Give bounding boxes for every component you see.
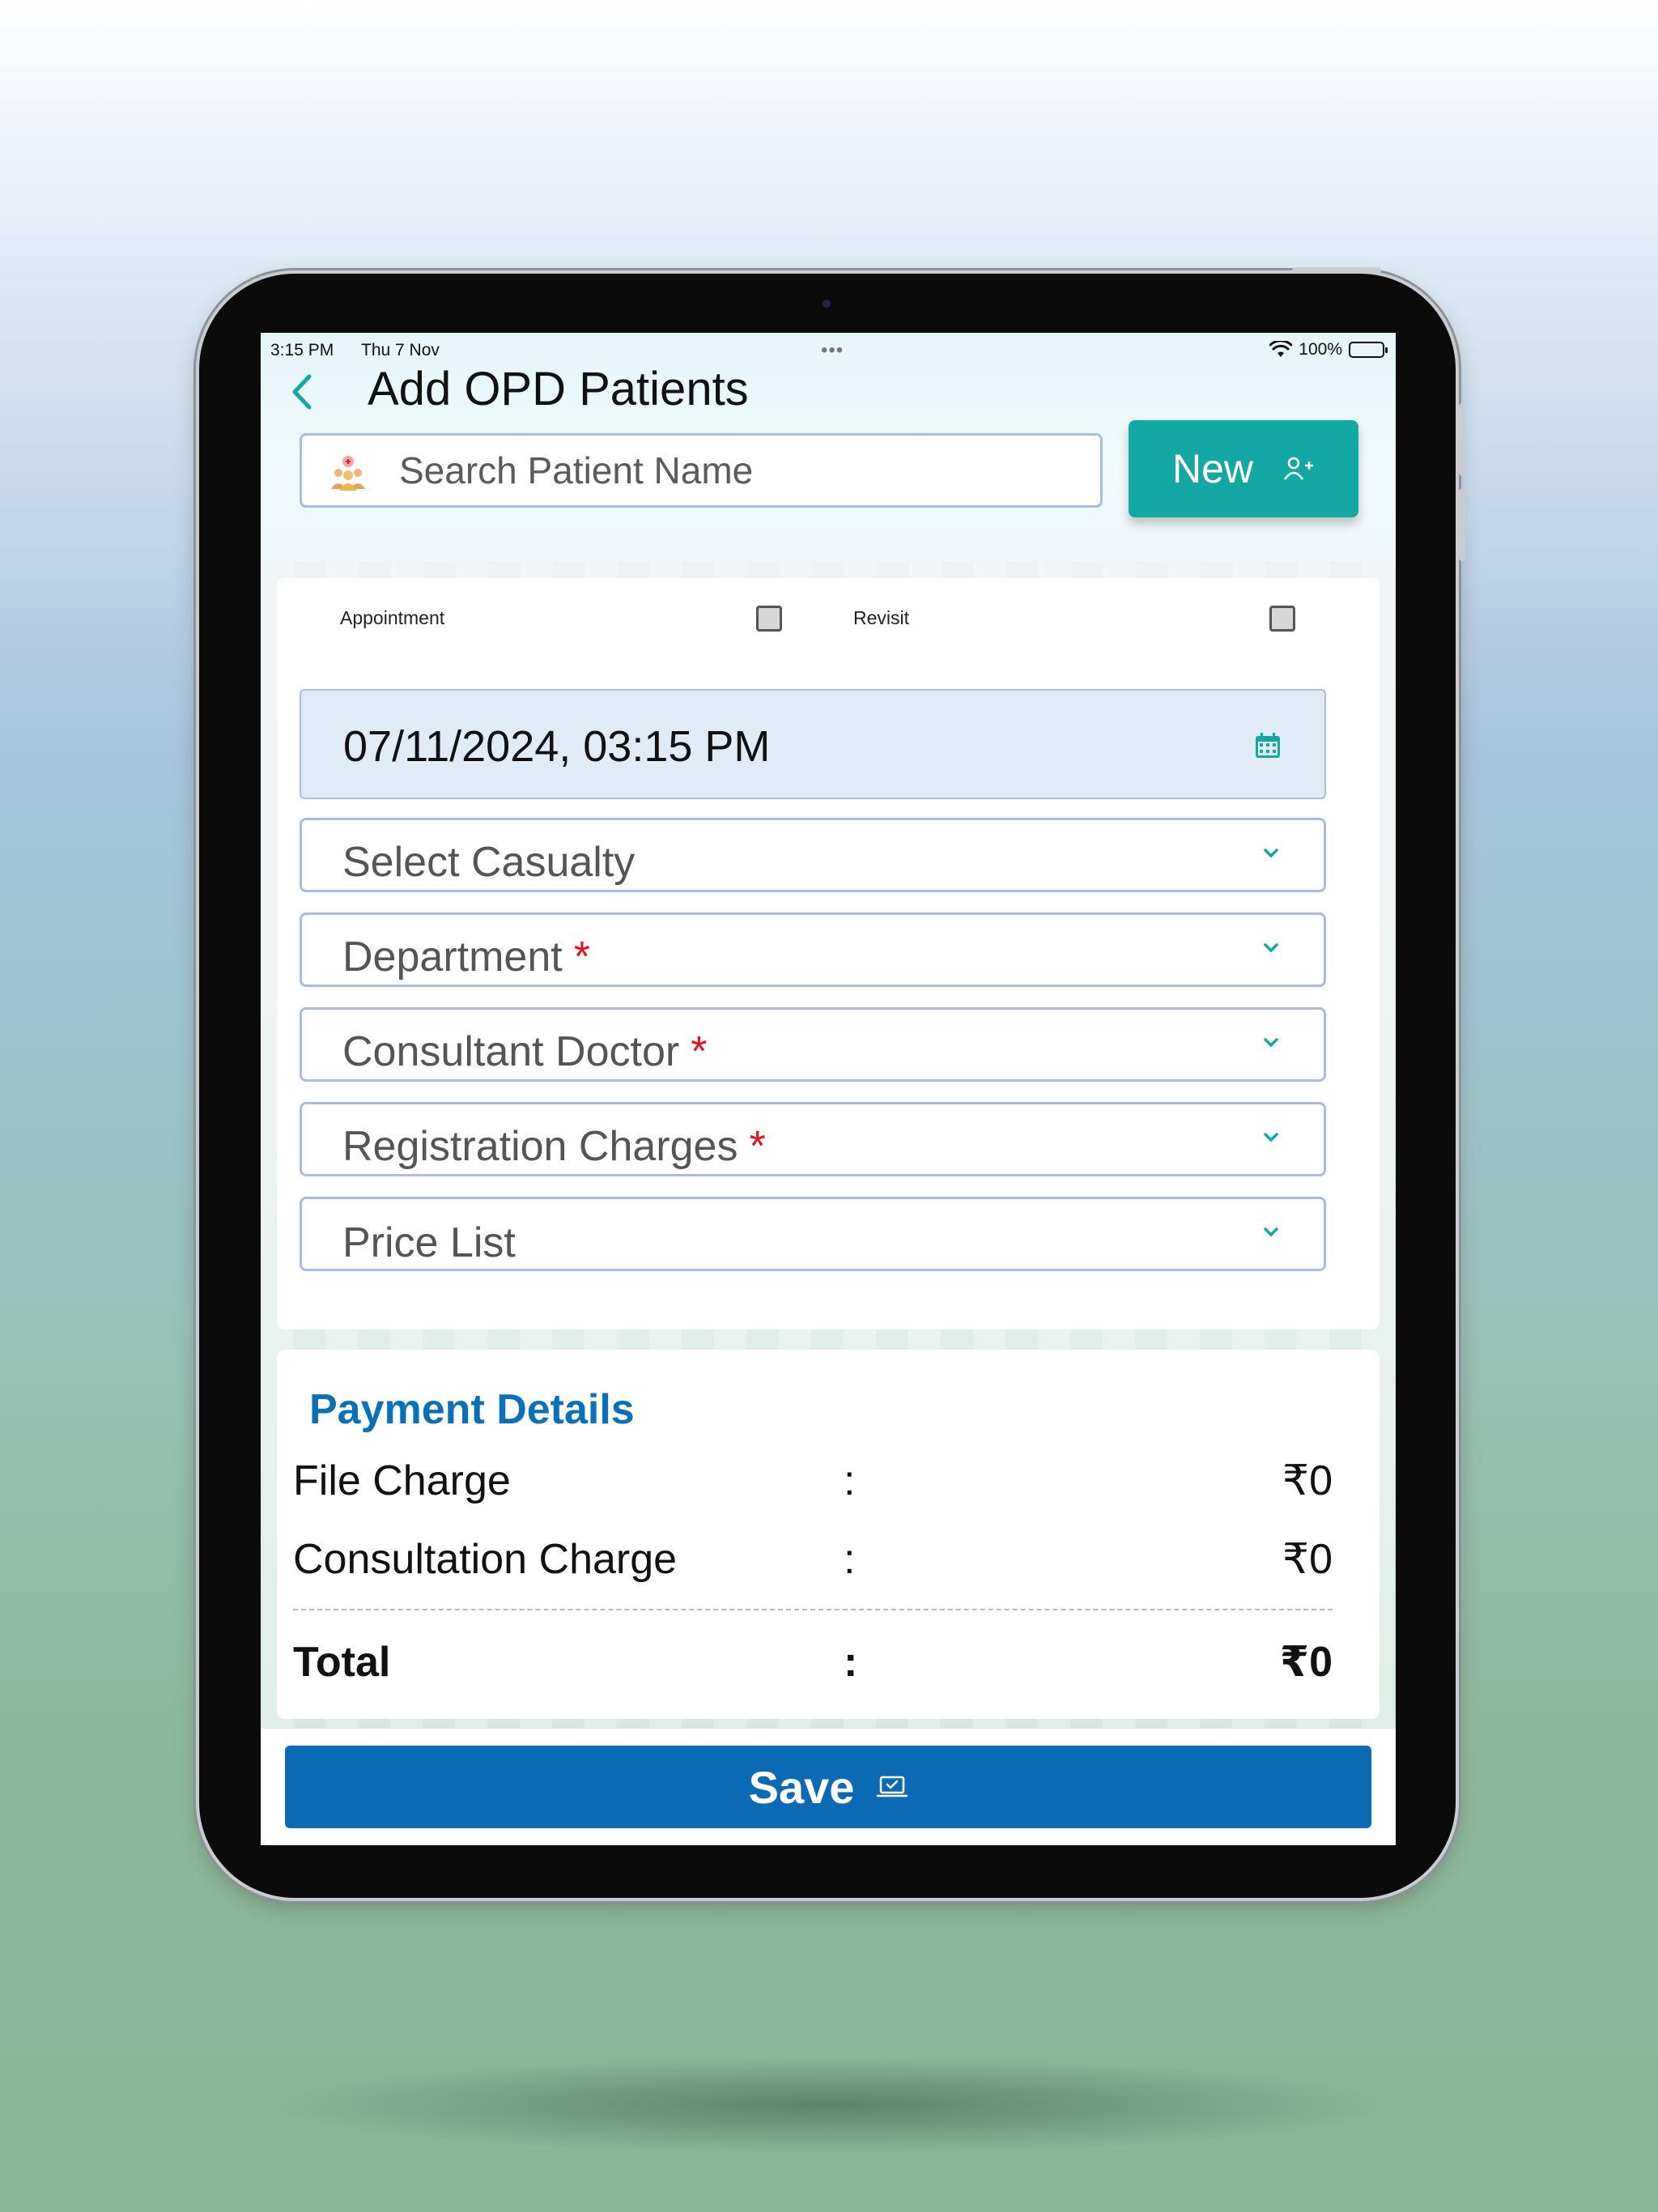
status-time: 3:15 PM	[270, 341, 334, 359]
required-mark: *	[691, 1028, 708, 1075]
app-header: 3:15 PM Thu 7 Nov ••• 100% Add OPD Patie…	[261, 333, 1396, 561]
file-charge-row: File Charge : ₹0	[293, 1457, 1333, 1513]
save-button-label: Save	[748, 1761, 855, 1813]
total-row: Total : ₹0	[293, 1638, 1333, 1695]
consultant-doctor-select-label: Consultant Doctor *	[342, 1028, 708, 1075]
total-divider	[293, 1609, 1333, 1610]
wifi-icon	[1269, 341, 1293, 357]
separator: :	[844, 1639, 858, 1686]
chevron-down-icon	[1264, 1133, 1278, 1142]
volume-down-button	[1459, 488, 1465, 561]
price-list-select[interactable]: Price List	[300, 1197, 1326, 1271]
revisit-checkbox[interactable]	[1269, 606, 1295, 632]
required-mark: *	[573, 934, 590, 981]
consultation-charge-value: ₹0	[1282, 1536, 1333, 1583]
battery-icon	[1349, 342, 1388, 358]
casualty-select-label: Select Casualty	[342, 839, 636, 886]
new-patient-button[interactable]: New	[1129, 420, 1358, 517]
add-user-icon	[1283, 457, 1314, 480]
patients-icon	[331, 456, 365, 491]
laptop-check-icon	[877, 1776, 908, 1797]
status-right: 100%	[1269, 340, 1388, 359]
consultation-charge-row: Consultation Charge : ₹0	[293, 1535, 1333, 1592]
status-bar: 3:15 PM Thu 7 Nov ••• 100%	[270, 338, 1388, 362]
visit-datetime-field[interactable]: 07/11/2024, 03:15 PM	[300, 689, 1326, 799]
chevron-down-icon	[1264, 1227, 1278, 1237]
appointment-label: Appointment	[340, 607, 445, 628]
file-charge-value: ₹0	[1282, 1457, 1333, 1504]
chevron-left-icon[interactable]	[287, 372, 319, 412]
save-button[interactable]: Save	[285, 1746, 1371, 1828]
chevron-down-icon	[1264, 849, 1278, 858]
revisit-label: Revisit	[853, 607, 910, 628]
department-select[interactable]: Department *	[300, 912, 1326, 987]
visit-datetime-value: 07/11/2024, 03:15 PM	[343, 722, 771, 771]
department-select-label: Department *	[342, 934, 590, 981]
new-button-label: New	[1171, 446, 1254, 491]
casualty-select[interactable]: Select Casualty	[300, 818, 1326, 892]
total-label: Total	[293, 1639, 391, 1686]
registration-charges-select[interactable]: Registration Charges *	[300, 1102, 1326, 1176]
price-list-select-label: Price List	[342, 1219, 516, 1266]
search-input[interactable]	[399, 444, 1079, 497]
status-date: Thu 7 Nov	[361, 341, 440, 359]
calendar-icon[interactable]	[1253, 731, 1282, 760]
total-value: ₹0	[1279, 1639, 1333, 1686]
payment-details-title: Payment Details	[309, 1386, 635, 1433]
multitask-dots[interactable]: •••	[821, 339, 844, 362]
registration-charges-select-label: Registration Charges *	[342, 1123, 766, 1170]
power-button	[1292, 267, 1381, 274]
consultant-doctor-select[interactable]: Consultant Doctor *	[300, 1007, 1326, 1082]
app-screen: 3:15 PM Thu 7 Nov ••• 100% Add OPD Patie…	[261, 333, 1396, 1845]
patient-search[interactable]	[300, 433, 1103, 508]
volume-up-button	[1459, 403, 1465, 476]
appointment-checkbox[interactable]	[756, 606, 782, 632]
required-mark: *	[749, 1123, 766, 1170]
separator: :	[844, 1457, 856, 1504]
chevron-down-icon	[1264, 943, 1278, 953]
device-shadow	[267, 2057, 1392, 2154]
front-camera	[823, 300, 831, 308]
chevron-down-icon	[1264, 1038, 1278, 1048]
battery-percent: 100%	[1299, 340, 1342, 359]
separator: :	[844, 1536, 856, 1583]
consultation-charge-label: Consultation Charge	[293, 1536, 678, 1583]
page-title: Add OPD Patients	[368, 363, 749, 415]
file-charge-label: File Charge	[293, 1457, 511, 1504]
